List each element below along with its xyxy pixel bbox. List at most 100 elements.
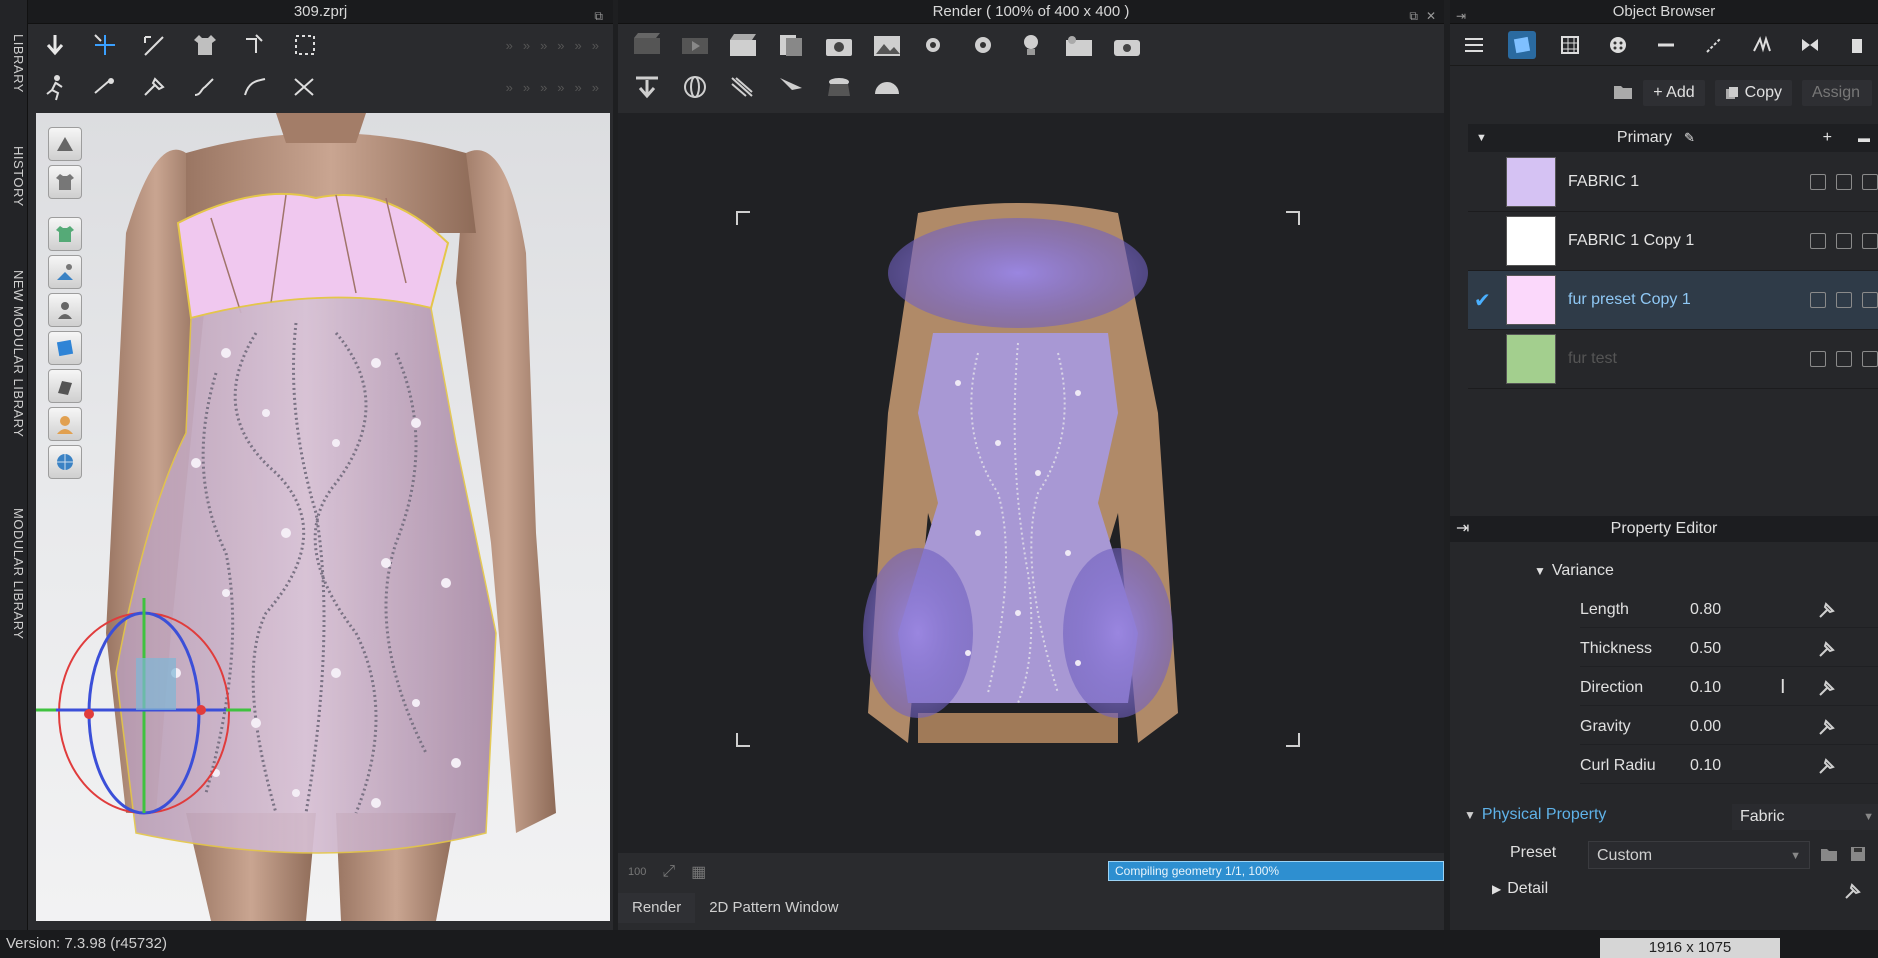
folder-add-icon[interactable] bbox=[1613, 82, 1633, 105]
add-icon[interactable] bbox=[1810, 233, 1826, 249]
environment-icon[interactable] bbox=[48, 445, 82, 479]
add-icon[interactable] bbox=[1810, 174, 1826, 190]
pin-icon[interactable] bbox=[1818, 640, 1836, 663]
render-area-light-icon[interactable] bbox=[824, 72, 854, 102]
render-copy-icon[interactable] bbox=[776, 30, 806, 60]
garment-icon[interactable] bbox=[190, 30, 220, 60]
pattern-tab-icon[interactable] bbox=[1556, 31, 1584, 59]
more-tab-icon[interactable] bbox=[1844, 31, 1872, 59]
save-icon[interactable] bbox=[1850, 846, 1866, 867]
render-light-direction-icon[interactable] bbox=[728, 72, 758, 102]
panel-toggle-icon[interactable]: ⇥ bbox=[1456, 516, 1469, 542]
show-measurement-icon[interactable] bbox=[48, 369, 82, 403]
render-clapper-icon[interactable] bbox=[728, 30, 758, 60]
render-viewport[interactable] bbox=[618, 113, 1444, 853]
render-image-icon[interactable] bbox=[872, 30, 902, 60]
viewport-3d[interactable] bbox=[36, 113, 610, 921]
avatar-pose-icon[interactable] bbox=[40, 72, 70, 102]
toolbar-overflow-2[interactable]: »»»»»» bbox=[506, 80, 613, 95]
render-gear-camera-icon[interactable] bbox=[968, 30, 998, 60]
tab-modular-library[interactable]: MODULAR LIBRARY bbox=[2, 508, 26, 640]
texture-display-icon[interactable] bbox=[48, 217, 82, 251]
close-icon[interactable]: ✕ bbox=[1426, 4, 1436, 28]
pin-icon[interactable] bbox=[1818, 679, 1836, 702]
buttonhole-tab-icon[interactable] bbox=[1652, 31, 1680, 59]
collapse-triangle-icon[interactable]: ▼ bbox=[1464, 808, 1476, 822]
property-value-field[interactable]: 0.50 bbox=[1690, 640, 1780, 658]
delete-icon[interactable] bbox=[1862, 292, 1878, 308]
shrink-tool-icon[interactable] bbox=[290, 72, 320, 102]
property-value-field[interactable]: 0.80 bbox=[1690, 601, 1780, 619]
tab-new-modular-library[interactable]: NEW MODULAR LIBRARY bbox=[2, 270, 26, 437]
grid-icon[interactable]: ▦ bbox=[691, 862, 706, 882]
render-download-icon[interactable] bbox=[632, 72, 662, 102]
panel-toggle-icon[interactable]: ⇥ bbox=[1456, 4, 1466, 28]
fold-arrangement-icon[interactable] bbox=[240, 30, 270, 60]
render-settings-icon[interactable] bbox=[920, 30, 950, 60]
topstitch-tab-icon[interactable] bbox=[1700, 31, 1728, 59]
fabric-row[interactable]: FABRIC 1 bbox=[1468, 153, 1878, 212]
fabric-row[interactable]: FABRIC 1 Copy 1 bbox=[1468, 212, 1878, 271]
fit-view-icon[interactable]: ⤢ bbox=[662, 863, 675, 881]
pin-tool-icon[interactable] bbox=[140, 72, 170, 102]
collapse-triangle-icon[interactable]: ▼ bbox=[1534, 564, 1546, 578]
zoom-100-icon[interactable]: 100 bbox=[628, 866, 646, 878]
render-globe-icon[interactable] bbox=[680, 72, 710, 102]
fabric-row[interactable]: fur test bbox=[1468, 330, 1878, 389]
trim-tab-icon[interactable] bbox=[1796, 31, 1824, 59]
primary-group-header[interactable]: ▼ Primary ✎ + ▬ bbox=[1468, 124, 1878, 152]
undock-icon[interactable]: ⧉ bbox=[1409, 4, 1418, 28]
add-icon[interactable] bbox=[1810, 292, 1826, 308]
open-folder-icon[interactable] bbox=[1820, 846, 1838, 867]
show-pattern-icon[interactable] bbox=[48, 255, 82, 289]
physical-property-header[interactable]: ▼ Physical Property bbox=[1464, 806, 1606, 824]
show-fabric-icon[interactable] bbox=[48, 331, 82, 365]
arrangement-points-icon[interactable] bbox=[290, 30, 320, 60]
undock-icon[interactable]: ⧉ bbox=[594, 4, 603, 28]
edit-pencil-icon[interactable]: ✎ bbox=[1684, 130, 1695, 146]
pin-icon[interactable] bbox=[1818, 601, 1836, 624]
render-spotlight-icon[interactable] bbox=[776, 72, 806, 102]
select-move-icon[interactable] bbox=[40, 30, 70, 60]
copy-icon[interactable] bbox=[1836, 351, 1852, 367]
render-play-icon[interactable] bbox=[680, 30, 710, 60]
folder-icon[interactable]: ▬ bbox=[1858, 131, 1870, 145]
tab-2d-pattern-window[interactable]: 2D Pattern Window bbox=[695, 893, 852, 923]
avatar-display-icon[interactable] bbox=[48, 127, 82, 161]
property-value-field[interactable]: 0.00 bbox=[1690, 718, 1780, 736]
transform-pattern-icon[interactable] bbox=[90, 30, 120, 60]
fabric-tab-icon[interactable] bbox=[1508, 30, 1536, 59]
zipper-tab-icon[interactable] bbox=[1748, 31, 1776, 59]
render-camera-icon[interactable] bbox=[824, 30, 854, 60]
tab-library[interactable]: LIBRARY bbox=[2, 34, 26, 93]
property-value-field[interactable]: 0.10 bbox=[1690, 679, 1780, 697]
variance-section-header[interactable]: ▼ Variance bbox=[1534, 562, 1614, 580]
edit-pattern-icon[interactable] bbox=[140, 30, 170, 60]
property-value-field[interactable]: 0.10 bbox=[1690, 757, 1780, 775]
copy-icon[interactable] bbox=[1836, 233, 1852, 249]
assign-button[interactable]: Assign bbox=[1802, 80, 1872, 106]
add-button[interactable]: + Add bbox=[1643, 80, 1705, 106]
show-avatar-icon[interactable] bbox=[48, 293, 82, 327]
pin-icon[interactable] bbox=[1818, 757, 1836, 780]
curve-edit-icon[interactable] bbox=[240, 72, 270, 102]
pin-icon[interactable] bbox=[1818, 718, 1836, 741]
collapse-triangle-icon[interactable]: ▼ bbox=[1476, 132, 1487, 144]
copy-button[interactable]: Copy bbox=[1714, 80, 1792, 106]
preset-dropdown[interactable]: Custom ▼ bbox=[1588, 841, 1810, 869]
render-dome-light-icon[interactable] bbox=[872, 72, 902, 102]
add-plus-icon[interactable]: + bbox=[1823, 129, 1832, 147]
fabric-row-selected[interactable]: ✔ fur preset Copy 1 bbox=[1468, 271, 1878, 330]
button-tab-icon[interactable] bbox=[1604, 31, 1632, 59]
delete-icon[interactable] bbox=[1862, 351, 1878, 367]
pin-icon[interactable] bbox=[1844, 882, 1862, 905]
delete-icon[interactable] bbox=[1862, 174, 1878, 190]
add-icon[interactable] bbox=[1810, 351, 1826, 367]
render-stop-icon[interactable] bbox=[632, 30, 662, 60]
render-turntable-icon[interactable] bbox=[1112, 30, 1142, 60]
copy-icon[interactable] bbox=[1836, 174, 1852, 190]
physical-type-dropdown[interactable]: Fabric ▼ bbox=[1732, 804, 1878, 830]
tab-history[interactable]: HISTORY bbox=[2, 146, 26, 207]
expand-triangle-icon[interactable]: ▶ bbox=[1492, 882, 1501, 896]
list-view-icon[interactable] bbox=[1460, 31, 1488, 59]
